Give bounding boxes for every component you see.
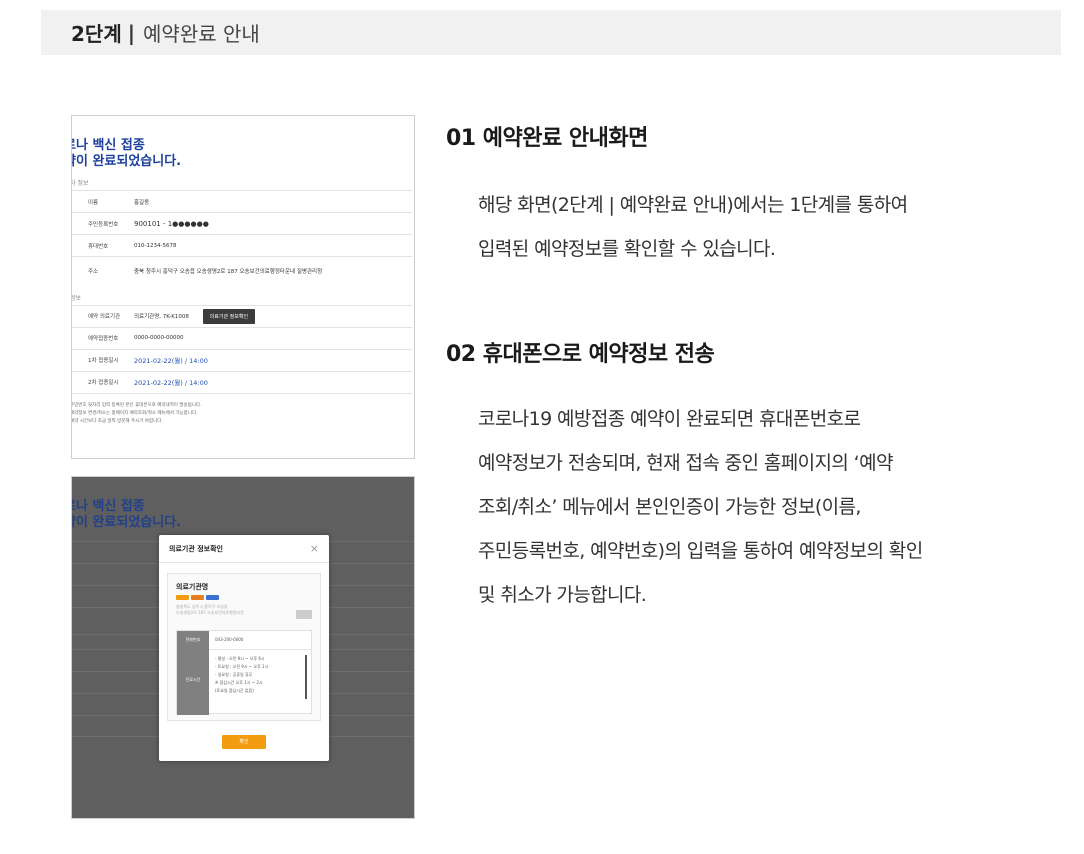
tag-badge — [206, 595, 219, 600]
shot1-note: 주민번호 뒷자리 입력 등록된 본인 휴대폰으로 예약내역이 발송됩니다. 예약… — [71, 402, 414, 426]
row-value: 충북 청주시 흥덕구 오송읍 오송생명2로 187 오송보건의료행정타운내 질병… — [128, 256, 412, 285]
row-label: 주민등록번호 — [72, 212, 128, 235]
clinic-info-modal: 의료기관 정보확인 × 의료기관명 충청북도 청주시 흥덕구 오송읍 오송생명2… — [159, 535, 329, 761]
row-label: 휴대번호 — [72, 234, 128, 257]
shot1-title-line1: 로나 백신 접종 — [71, 138, 145, 153]
shot1-title-line2: 약이 완료되었습니다. — [71, 154, 182, 169]
row-value: 2021-02-22(월) / 14:00 — [128, 348, 412, 371]
section-body-1: 해당 화면(2단계 | 예약완료 안내)에서는 1단계를 통하여 입력된 예약정… — [478, 183, 1038, 271]
section-body-2: 코로나19 예방접종 예약이 완료되면 휴대폰번호로 예약정보가 전송되며, 현… — [478, 397, 1038, 617]
body-line: 예약정보가 전송되며, 현재 접속 중인 홈페이지의 ‘예약 — [478, 452, 893, 474]
table-row: 예약접종번호 0000-0000-00000 — [72, 326, 412, 349]
row-label: 이름 — [72, 190, 128, 213]
row-value: 010-1234-5678 — [128, 234, 412, 257]
clinic-info-button[interactable]: 의료기관 정보확인 — [202, 308, 256, 324]
hours-line: (토요일 점심시간 없음) — [215, 688, 254, 693]
body-line: 입력된 예약정보를 확인할 수 있습니다. — [478, 238, 776, 260]
shot2-title-line2: 약이 완료되었습니다. — [71, 515, 182, 530]
step-separator: | — [127, 20, 136, 45]
shot1-info-table: 이름 홍길동 주민등록번호 900101 - 1●●●●●● 휴대번호 010-… — [72, 190, 412, 285]
row-value: 900101 - 1●●●●●● — [128, 212, 412, 235]
shot2-title-line1: 로나 백신 접종 — [71, 499, 145, 514]
shot1-reservation-table: 예약 의료기관 의료기관명, 7K-K1008 의료기관 정보확인 예약접종번호… — [72, 304, 412, 394]
row-label: 2차 접종일시 — [72, 370, 128, 394]
table-row: 주민등록번호 900101 - 1●●●●●● — [72, 212, 412, 235]
note-line: 주민번호 뒷자리 입력 등록된 본인 휴대폰으로 예약내역이 발송됩니다. — [71, 402, 202, 408]
close-icon[interactable]: × — [310, 542, 319, 555]
row-label: 주소 — [72, 256, 128, 285]
section-title-1: 01 예약완료 안내화면 — [446, 126, 648, 151]
table-row: 주소 충북 청주시 흥덕구 오송읍 오송생명2로 187 오송보건의료행정타운내… — [72, 256, 412, 285]
table-row: 이름 홍길동 — [72, 190, 412, 213]
map-button[interactable] — [296, 610, 312, 619]
modal-header: 의료기관 정보확인 × — [159, 535, 329, 563]
table-row: 휴대번호 010-1234-5678 — [72, 234, 412, 257]
hours-line: - 일요일 : 공휴일 휴무 — [215, 672, 253, 677]
phone-value: 043-200-0000 — [215, 637, 244, 642]
table-row: 예약 의료기관 의료기관명, 7K-K1008 의료기관 정보확인 — [72, 304, 412, 327]
modal-title: 의료기관 정보확인 — [169, 544, 223, 553]
phone-label: 전화번호 — [185, 637, 201, 642]
clinic-detail-table: 전화번호 043-200-0000 진료시간 - 평일 : 오전 9시 ~ 오후… — [176, 630, 312, 715]
hours-label: 진료시간 — [185, 677, 201, 682]
body-line: 조회/취소’ 메뉴에서 본인인증이 가능한 정보(이름, — [478, 496, 861, 518]
hours-list: - 평일 : 오전 9시 ~ 오후 6시 - 토요일 : 오전 9시 ~ 오후 … — [215, 655, 268, 695]
reservation-complete-screenshot: 로나 백신 접종 약이 완료되었습니다. 자 정보 이름 홍길동 주민등록번호 … — [71, 115, 415, 459]
body-line: 해당 화면(2단계 | 예약완료 안내)에서는 1단계를 통하여 — [478, 194, 908, 216]
row-value: 홍길동 — [128, 190, 412, 213]
scrollbar[interactable] — [305, 655, 307, 699]
body-line: 코로나19 예방접종 예약이 완료되면 휴대폰번호로 — [478, 408, 861, 430]
row-label: 예약 의료기관 — [72, 304, 128, 327]
hours-line: - 평일 : 오전 9시 ~ 오후 6시 — [215, 656, 265, 661]
shot1-section2: 정보 — [71, 294, 82, 302]
hours-line: ※ 점심시간 오후 1시 ~ 2시 — [215, 680, 263, 685]
step-title: 예약완료 안내 — [143, 22, 260, 46]
note-line: 예약정보 변경/취소는 홈페이지 예약조회/취소 메뉴에서 가능합니다. — [71, 410, 198, 416]
section-title-2: 02 휴대폰으로 예약정보 전송 — [446, 342, 715, 367]
note-line: 예약 시간보다 조금 일찍 방문해 주시기 바랍니다. — [71, 418, 163, 424]
clinic-tags — [176, 595, 320, 600]
shot1-section1: 자 정보 — [71, 180, 89, 187]
row-label: 예약접종번호 — [72, 326, 128, 349]
clinic-info-modal-screenshot: 로나 백신 접종 약이 완료되었습니다. 의료기관 정보확인 × 의료기관명 충… — [71, 476, 415, 819]
tag-badge — [176, 595, 189, 600]
table-row: 2차 접종일시 2021-02-22(월) / 14:00 — [72, 370, 412, 394]
table-row: 1차 접종일시 2021-02-22(월) / 14:00 — [72, 348, 412, 371]
body-line: 및 취소가 가능합니다. — [478, 584, 647, 606]
clinic-value: 의료기관명, 7K-K1008 — [134, 313, 189, 320]
body-line: 주민등록번호, 예약번호)의 입력을 통하여 예약정보의 확인 — [478, 540, 923, 562]
tag-badge — [191, 595, 204, 600]
hours-line: - 토요일 : 오전 9시 ~ 오후 1시 — [215, 664, 269, 669]
row-value: 0000-0000-00000 — [128, 326, 412, 349]
row-value: 2021-02-22(월) / 14:00 — [128, 370, 412, 394]
row-value: 의료기관명, 7K-K1008 의료기관 정보확인 — [128, 304, 412, 327]
step-header: 2단계 | 예약완료 안내 — [41, 10, 1061, 55]
step-number: 2단계 — [71, 22, 122, 46]
confirm-button[interactable]: 확인 — [222, 735, 266, 749]
row-label: 1차 접종일시 — [72, 348, 128, 371]
clinic-name: 의료기관명 — [176, 583, 209, 591]
modal-body: 의료기관명 충청북도 청주시 흥덕구 오송읍 오송생명2로 187 오송보건의료… — [167, 573, 321, 721]
